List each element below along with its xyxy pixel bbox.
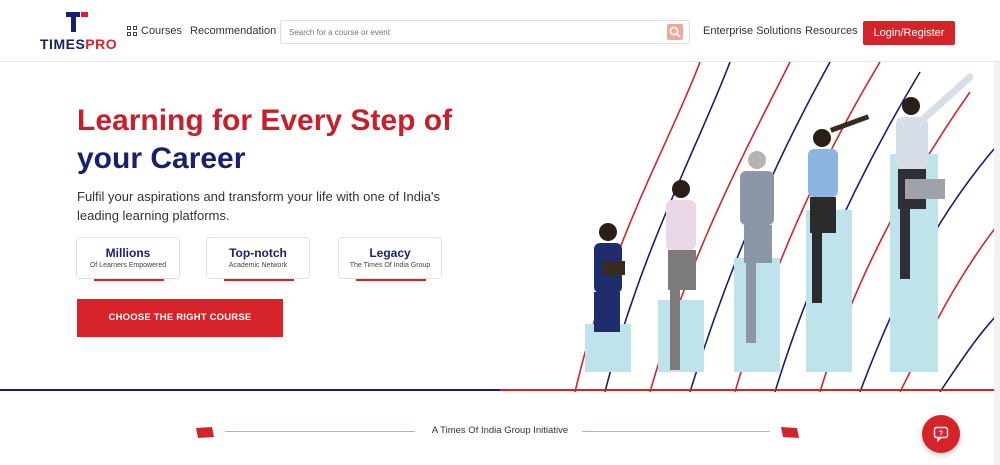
stat-card-millions: Millions Of Learners Empowered <box>76 237 180 281</box>
stat-card-top-notch: Top-notch Academic Network <box>206 237 310 281</box>
stat-title: Millions <box>105 246 151 260</box>
hero-title-line2: your Career <box>77 142 246 175</box>
top-header: TIMESPRO Courses Recommendation Enterpri… <box>0 0 1000 62</box>
search-input[interactable] <box>281 21 651 43</box>
stat-subtitle: Academic Network <box>228 262 288 269</box>
login-register-button[interactable]: Login/Register <box>863 21 955 45</box>
nav-recommendation[interactable]: Recommendation <box>190 25 276 37</box>
search-button[interactable] <box>667 24 683 40</box>
timespro-logo[interactable]: TIMESPRO <box>40 12 118 52</box>
hero-section: Learning for Every Step of your Career F… <box>0 62 1000 392</box>
scrollbar[interactable] <box>994 62 1000 465</box>
initiative-strip: A Times Of India Group Initiative <box>0 418 1000 442</box>
logo-text: TIMESPRO <box>40 36 118 52</box>
grid-icon <box>127 26 137 36</box>
nav-resources[interactable]: Resources <box>805 25 858 37</box>
stat-underline <box>224 279 294 281</box>
hero-divider-red <box>500 389 1000 391</box>
initiative-rule-right <box>582 431 770 432</box>
hero-title-line1: Learning for Every Step of <box>77 104 453 137</box>
initiative-text: A Times Of India Group Initiative <box>431 425 569 436</box>
nav-courses[interactable]: Courses <box>127 25 182 37</box>
nav-courses-label: Courses <box>141 25 182 37</box>
stat-title: Legacy <box>369 246 411 260</box>
hero-illustration <box>574 62 1000 392</box>
choose-course-button[interactable]: CHOOSE THE RIGHT COURSE <box>77 299 283 337</box>
flag-icon <box>781 427 799 438</box>
stat-underline <box>94 279 164 281</box>
help-chat-icon: ? <box>933 426 949 442</box>
help-chat-button[interactable]: ? <box>922 415 960 453</box>
logo-mark-icon <box>66 12 88 32</box>
hero-divider-navy <box>0 389 500 391</box>
svg-text:?: ? <box>939 431 943 438</box>
stat-subtitle: The Times Of India Group <box>349 262 431 269</box>
stat-subtitle: Of Learners Empowered <box>89 262 167 269</box>
stat-underline <box>356 279 426 281</box>
hero-subtitle: Fulfil your aspirations and transform yo… <box>77 189 441 223</box>
search-icon <box>669 26 681 38</box>
stat-card-legacy: Legacy The Times Of India Group <box>338 237 442 281</box>
stat-title: Top-notch <box>229 246 287 260</box>
nav-enterprise-solutions[interactable]: Enterprise Solutions <box>703 25 801 37</box>
search-bar <box>280 20 690 44</box>
hero-title: Learning for Every Step of your Career <box>77 102 497 178</box>
